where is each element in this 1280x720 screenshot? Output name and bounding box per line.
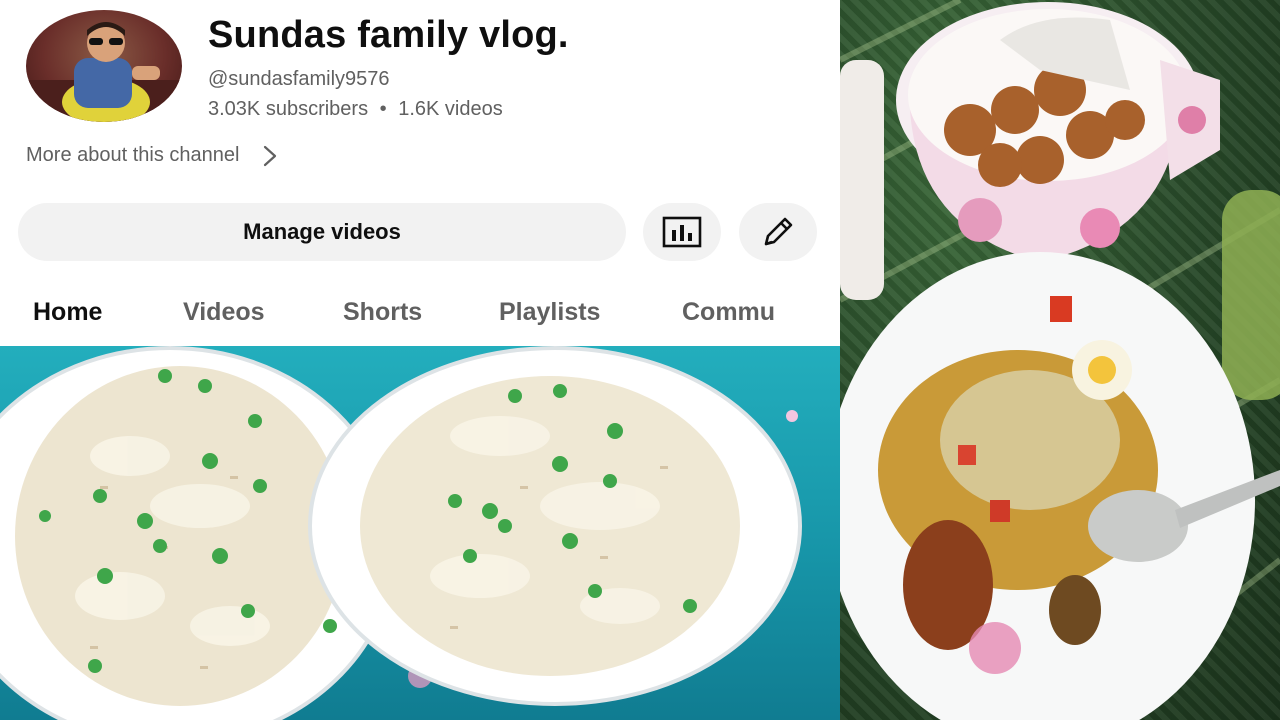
tab-shorts[interactable]: Shorts — [343, 298, 422, 327]
rice-plates-art — [0, 346, 802, 720]
chevron-right-icon — [263, 145, 277, 167]
channel-stats: 3.03K subscribers • 1.6K videos — [208, 98, 503, 121]
manage-videos-button[interactable]: Manage videos — [18, 203, 626, 261]
food-photo-bottom — [0, 346, 840, 720]
tab-community[interactable]: Commu — [682, 298, 775, 327]
edit-button[interactable] — [739, 203, 817, 261]
tab-home[interactable]: Home — [33, 298, 102, 327]
more-about-label: More about this channel — [26, 144, 240, 166]
subscriber-count: 3.03K subscribers — [208, 98, 369, 120]
manage-videos-label: Manage videos — [243, 219, 401, 244]
food-photo-right-art — [840, 0, 1280, 720]
stats-separator: • — [379, 98, 387, 120]
more-about-channel-link[interactable]: More about this channel — [26, 144, 277, 167]
channel-tabs: Home Videos Shorts Playlists Commu — [0, 292, 840, 336]
channel-title: Sundas family vlog. — [208, 14, 569, 56]
analytics-button[interactable] — [643, 203, 721, 261]
pencil-icon — [758, 212, 798, 252]
channel-avatar[interactable] — [26, 10, 182, 122]
tab-playlists[interactable]: Playlists — [499, 298, 600, 327]
food-photo-right — [840, 0, 1280, 720]
analytics-icon — [662, 216, 702, 248]
video-count: 1.6K videos — [398, 98, 503, 120]
avatar-art — [26, 22, 182, 122]
tab-videos[interactable]: Videos — [183, 298, 265, 327]
channel-header-panel: Sundas family vlog. @sundasfamily9576 3.… — [0, 0, 840, 346]
channel-handle: @sundasfamily9576 — [208, 68, 390, 90]
